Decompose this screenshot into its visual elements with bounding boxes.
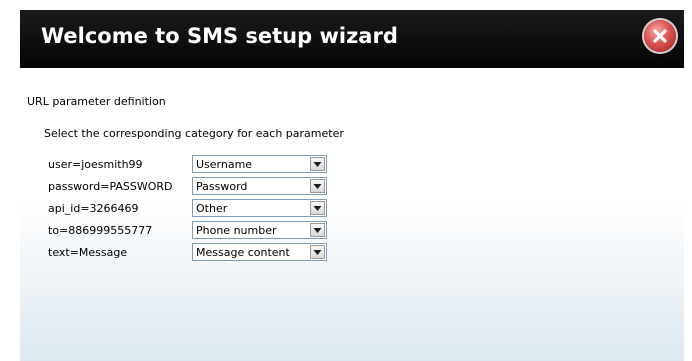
param-row-text: text=Message Message content [48, 242, 348, 264]
sms-setup-dialog: Welcome to SMS setup wizard URL paramete… [20, 10, 684, 361]
param-row-api-id: api_id=3266469 Other [48, 198, 348, 220]
dropdown-arrow-icon[interactable] [310, 201, 325, 215]
param-label: user=joesmith99 [48, 158, 143, 171]
dropdown-arrow-icon[interactable] [310, 179, 325, 193]
dropdown-arrow-icon[interactable] [310, 223, 325, 237]
category-select-password[interactable]: Password [192, 177, 327, 195]
select-value: Phone number [196, 224, 277, 237]
param-row-password: password=PASSWORD Password [48, 176, 348, 198]
instruction-text: Select the corresponding category for ea… [44, 127, 344, 140]
category-select-user[interactable]: Username [192, 155, 327, 173]
close-button[interactable] [644, 20, 676, 52]
category-select-to[interactable]: Phone number [192, 221, 327, 239]
param-label: password=PASSWORD [48, 180, 173, 193]
section-title: URL parameter definition [27, 95, 166, 108]
param-label: text=Message [48, 246, 128, 259]
param-row-user: user=joesmith99 Username [48, 154, 348, 176]
param-label: api_id=3266469 [48, 202, 139, 215]
dropdown-arrow-icon[interactable] [310, 157, 325, 171]
parameter-list: user=joesmith99 Username password=PASSWO… [48, 154, 348, 264]
select-value: Message content [196, 246, 290, 259]
select-value: Password [196, 180, 248, 193]
select-value: Other [196, 202, 228, 215]
category-select-api-id[interactable]: Other [192, 199, 327, 217]
dialog-title-bar: Welcome to SMS setup wizard [20, 10, 684, 68]
param-row-to: to=886999555777 Phone number [48, 220, 348, 242]
dropdown-arrow-icon[interactable] [310, 245, 325, 259]
param-label: to=886999555777 [48, 224, 153, 237]
close-icon [653, 29, 667, 43]
category-select-text[interactable]: Message content [192, 243, 327, 261]
select-value: Username [196, 158, 253, 171]
dialog-title: Welcome to SMS setup wizard [41, 24, 398, 48]
